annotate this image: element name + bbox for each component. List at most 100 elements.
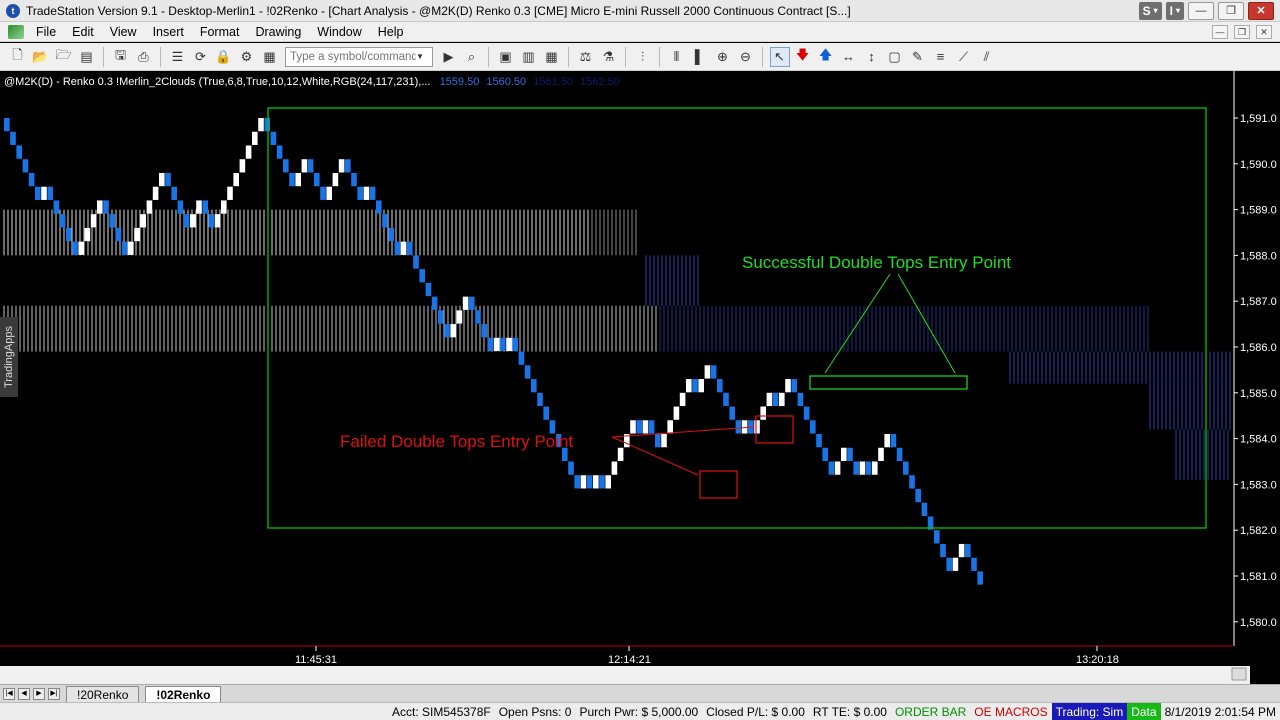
s-menu-button[interactable]: S ▾ [1138, 1, 1162, 20]
symbol-lookup-icon[interactable]: ⌕ [462, 47, 482, 67]
print-icon[interactable]: ⎙ [134, 47, 154, 67]
open-folder-icon[interactable]: 📂 [31, 47, 51, 67]
down-arrow-icon[interactable]: 🡇 [793, 47, 813, 67]
bar-width-icon[interactable]: ▌ [690, 47, 710, 67]
menu-view[interactable]: View [102, 25, 145, 39]
data-window-icon[interactable]: ▣ [496, 47, 516, 67]
format-bars-icon[interactable]: ▥ [519, 47, 539, 67]
save-icon[interactable]: 🖫 [111, 47, 131, 67]
indicator-icon[interactable]: ⚖ [576, 47, 596, 67]
up-brick [617, 447, 624, 461]
mdi-minimize-button[interactable]: — [1212, 24, 1228, 39]
tab-20renko[interactable]: !20Renko [66, 685, 140, 702]
down-brick [586, 475, 593, 489]
status-order-bar[interactable]: ORDER BAR [891, 703, 970, 720]
i-menu-button[interactable]: I ▾ [1165, 1, 1184, 20]
close-button[interactable]: ✕ [1248, 1, 1274, 20]
window-list-icon[interactable]: ☰ [168, 47, 188, 67]
bar-spacing-icon[interactable]: ⫴ [667, 47, 687, 67]
up-brick [159, 172, 165, 187]
workspace-icon[interactable]: ▤ [77, 47, 97, 67]
channel-icon[interactable]: ⫽ [977, 47, 997, 67]
header-value-3: 1561.50 [533, 76, 573, 88]
symbol-input-box[interactable]: ▼ [285, 46, 433, 67]
down-brick [444, 324, 450, 338]
up-brick [152, 186, 159, 200]
menu-edit[interactable]: Edit [64, 25, 102, 39]
menu-help[interactable]: Help [370, 25, 412, 39]
first-tab-icon[interactable]: |◀ [3, 687, 15, 700]
symbol-input[interactable] [290, 50, 416, 63]
go-arrow-icon[interactable]: ▶ [439, 47, 459, 67]
up-brick [146, 200, 153, 214]
prev-tab-icon[interactable]: ◀ [18, 687, 30, 700]
chevron-down-icon[interactable]: ▼ [416, 52, 424, 61]
price-tick-label: 1,586.0 [1240, 342, 1277, 354]
lock-icon[interactable]: 🔒 [214, 47, 234, 67]
maximize-button[interactable]: ❐ [1218, 1, 1244, 20]
mdi-restore-button[interactable]: ❐ [1234, 24, 1250, 39]
macro-icon[interactable]: ⚙ [237, 47, 257, 67]
mdi-close-button[interactable]: ✕ [1256, 24, 1272, 39]
tab-02renko[interactable]: !02Renko [145, 685, 222, 702]
down-brick [115, 227, 122, 242]
new-file-icon[interactable]: 🗋 [8, 47, 28, 67]
horizontal-lines-icon[interactable]: ≡ [931, 47, 951, 67]
up-brick [84, 227, 91, 242]
zoom-in-icon[interactable]: ⊕ [713, 47, 733, 67]
vertical-arrows-icon[interactable]: ↕ [862, 47, 882, 67]
pointer-icon[interactable]: ↖ [769, 46, 790, 67]
down-brick [723, 392, 729, 407]
down-brick [568, 461, 574, 475]
menu-window[interactable]: Window [309, 25, 369, 39]
up-brick [363, 186, 370, 200]
down-brick [518, 351, 525, 365]
chart-icon[interactable]: ▦ [260, 47, 280, 67]
pencil-icon[interactable]: ✎ [908, 47, 928, 67]
up-brick [227, 186, 233, 200]
menu-drawing[interactable]: Drawing [247, 25, 309, 39]
down-brick [431, 296, 438, 310]
up-brick [611, 461, 618, 475]
down-brick [270, 131, 277, 145]
down-brick [934, 530, 940, 544]
status-data[interactable]: Data [1127, 702, 1161, 720]
open-folder2-icon[interactable]: 🗁 [54, 47, 74, 67]
status-rt-te: RT TE: $ 0.00 [812, 704, 887, 719]
menu-insert[interactable]: Insert [145, 25, 192, 39]
down-brick [648, 420, 655, 434]
trendline-icon[interactable]: ⟋ [954, 47, 974, 67]
chart-window-icon[interactable] [8, 24, 24, 39]
zoom-out-icon[interactable]: ⊖ [736, 47, 756, 67]
up-brick [332, 172, 339, 187]
status-oe-macros[interactable]: OE MACROS [970, 703, 1051, 720]
rectangle-icon[interactable]: ▢ [885, 47, 905, 67]
tradestation-logo-icon: t [6, 3, 20, 18]
price-tick-label: 1,591.0 [1240, 113, 1277, 125]
down-brick [710, 365, 717, 379]
up-brick [785, 379, 791, 393]
status-trading-sim[interactable]: Trading: Sim [1051, 702, 1128, 720]
down-brick [717, 379, 723, 393]
next-tab-icon[interactable]: ▶ [33, 687, 45, 700]
last-tab-icon[interactable]: ▶| [48, 687, 60, 700]
minimize-button[interactable]: — [1188, 1, 1214, 20]
menu-file[interactable]: File [28, 25, 64, 39]
down-brick [289, 172, 295, 187]
down-brick [890, 434, 897, 448]
horizontal-arrows-icon[interactable]: ↔ [839, 47, 859, 67]
renko-chart[interactable]: Successful Double Tops Entry Point Failed… [0, 71, 1280, 684]
failed-entry-box-1 [699, 470, 738, 499]
analysis-icon[interactable]: ⫶ [633, 47, 653, 67]
menu-format[interactable]: Format [192, 25, 248, 39]
refresh-icon[interactable]: ⟳ [191, 47, 211, 67]
down-brick [481, 324, 487, 338]
down-brick [971, 557, 977, 571]
format-window-icon[interactable]: ▦ [542, 47, 562, 67]
chart-area[interactable]: Successful Double Tops Entry Point Failed… [0, 71, 1280, 684]
tradingapps-side-tab[interactable]: TradingApps [0, 317, 18, 397]
up-brick [698, 379, 704, 393]
up-arrow-icon[interactable]: 🡅 [816, 47, 836, 67]
strategy-icon[interactable]: ⚗ [599, 47, 619, 67]
up-brick [630, 420, 636, 434]
